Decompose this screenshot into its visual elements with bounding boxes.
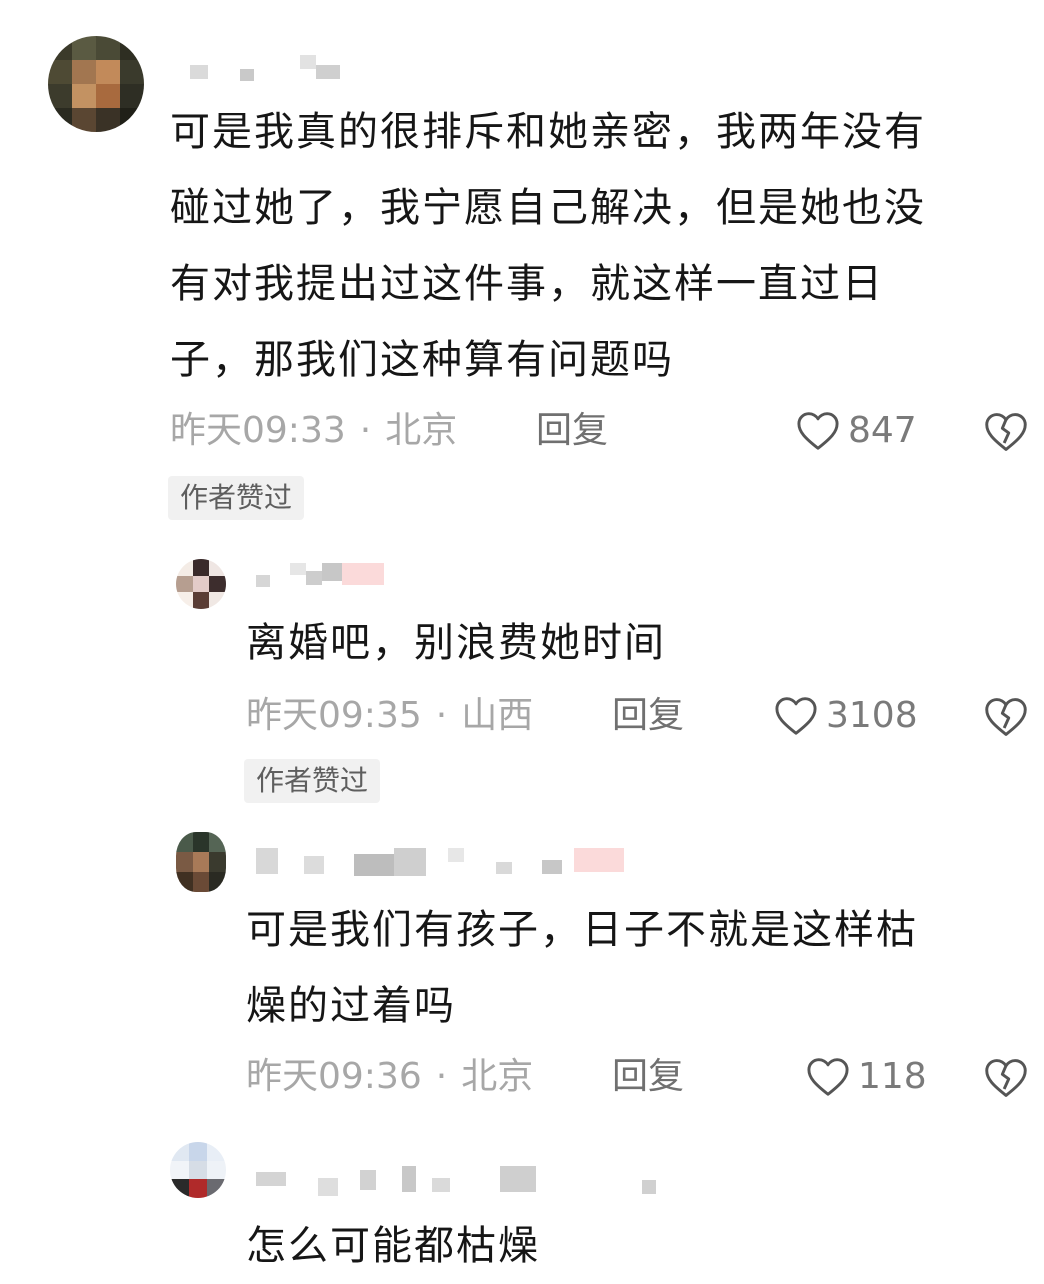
comment-location: 山西 — [461, 695, 534, 736]
author-liked-badge: 作者赞过 — [168, 476, 305, 520]
like-button[interactable]: 847 — [796, 408, 917, 454]
comment-time: 昨天09:36 — [246, 1056, 422, 1097]
avatar[interactable] — [176, 832, 226, 892]
like-count: 118 — [858, 1056, 927, 1097]
comment-meta: 昨天09:36 · 北京 回复 — [246, 1054, 706, 1100]
username-blurred[interactable] — [190, 55, 360, 81]
reply-button[interactable]: 回复 — [536, 408, 608, 454]
like-count: 847 — [848, 410, 917, 451]
heart-outline-icon — [807, 1058, 849, 1096]
avatar[interactable] — [176, 559, 226, 609]
comment-meta: 昨天09:35 · 山西 回复 — [246, 693, 706, 739]
heart-outline-icon — [775, 697, 817, 735]
broken-heart-icon[interactable] — [984, 410, 1028, 454]
comment-text: 离婚吧，别浪费她时间 — [246, 620, 666, 666]
like-count: 3108 — [826, 695, 918, 736]
like-button[interactable]: 118 — [806, 1054, 927, 1100]
comment-item: 可是我真的很排斥和她亲密，我两年没有 碰过她了，我宁愿自己解决，但是她也没 有对… — [0, 0, 1044, 525]
author-liked-badge: 作者赞过 — [244, 759, 381, 803]
comment-location: 北京 — [385, 410, 458, 451]
comment-item: 可是我们有孩子，日子不就是这样枯 燥的过着吗 昨天09:36 · 北京 回复 118 — [0, 810, 1044, 1130]
comment-text: 可是我们有孩子，日子不就是这样枯 燥的过着吗 — [246, 907, 918, 1029]
meta-separator: · — [359, 410, 372, 451]
username-blurred[interactable] — [256, 563, 396, 589]
heart-outline-icon — [797, 412, 839, 450]
comment-text: 怎么可能都枯燥 — [246, 1223, 540, 1269]
comment-item: 怎么可能都枯燥 — [0, 1130, 1044, 1269]
avatar[interactable] — [48, 36, 144, 132]
broken-heart-icon[interactable] — [984, 695, 1028, 739]
meta-separator: · — [435, 695, 448, 736]
broken-heart-icon[interactable] — [984, 1056, 1028, 1100]
avatar[interactable] — [170, 1142, 226, 1198]
reply-button[interactable]: 回复 — [612, 1054, 684, 1100]
like-button[interactable]: 3108 — [774, 693, 918, 739]
comment-item: 离婚吧，别浪费她时间 昨天09:35 · 山西 回复 3108 作者赞过 — [0, 525, 1044, 810]
comment-text: 可是我真的很排斥和她亲密，我两年没有 碰过她了，我宁愿自己解决，但是她也没 有对… — [170, 109, 926, 383]
comment-time: 昨天09:33 — [170, 410, 346, 451]
comment-meta: 昨天09:33 · 北京 回复 — [170, 408, 630, 454]
reply-button[interactable]: 回复 — [612, 693, 684, 739]
username-blurred[interactable] — [256, 1166, 656, 1196]
meta-separator: · — [435, 1056, 448, 1097]
comment-location: 北京 — [461, 1056, 534, 1097]
comment-time: 昨天09:35 — [246, 695, 422, 736]
username-blurred[interactable] — [256, 848, 636, 876]
